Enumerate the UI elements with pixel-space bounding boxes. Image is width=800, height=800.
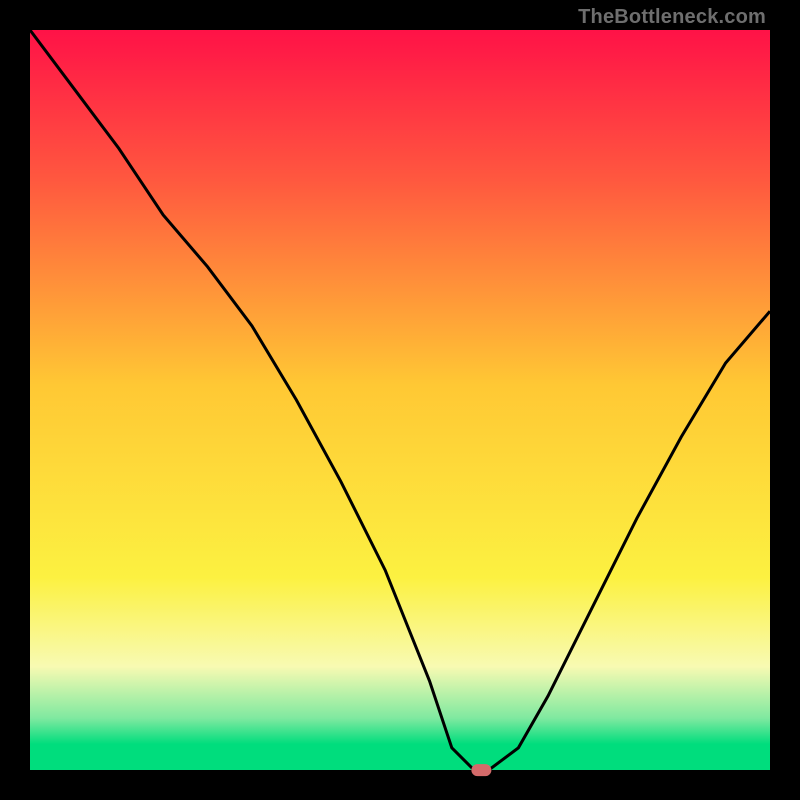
bottleneck-curve (30, 30, 770, 770)
watermark-text: TheBottleneck.com (578, 6, 766, 29)
plot-area (30, 30, 770, 770)
optimal-marker (472, 764, 491, 776)
line-layer (30, 30, 770, 770)
chart-frame: TheBottleneck.com (0, 0, 800, 800)
